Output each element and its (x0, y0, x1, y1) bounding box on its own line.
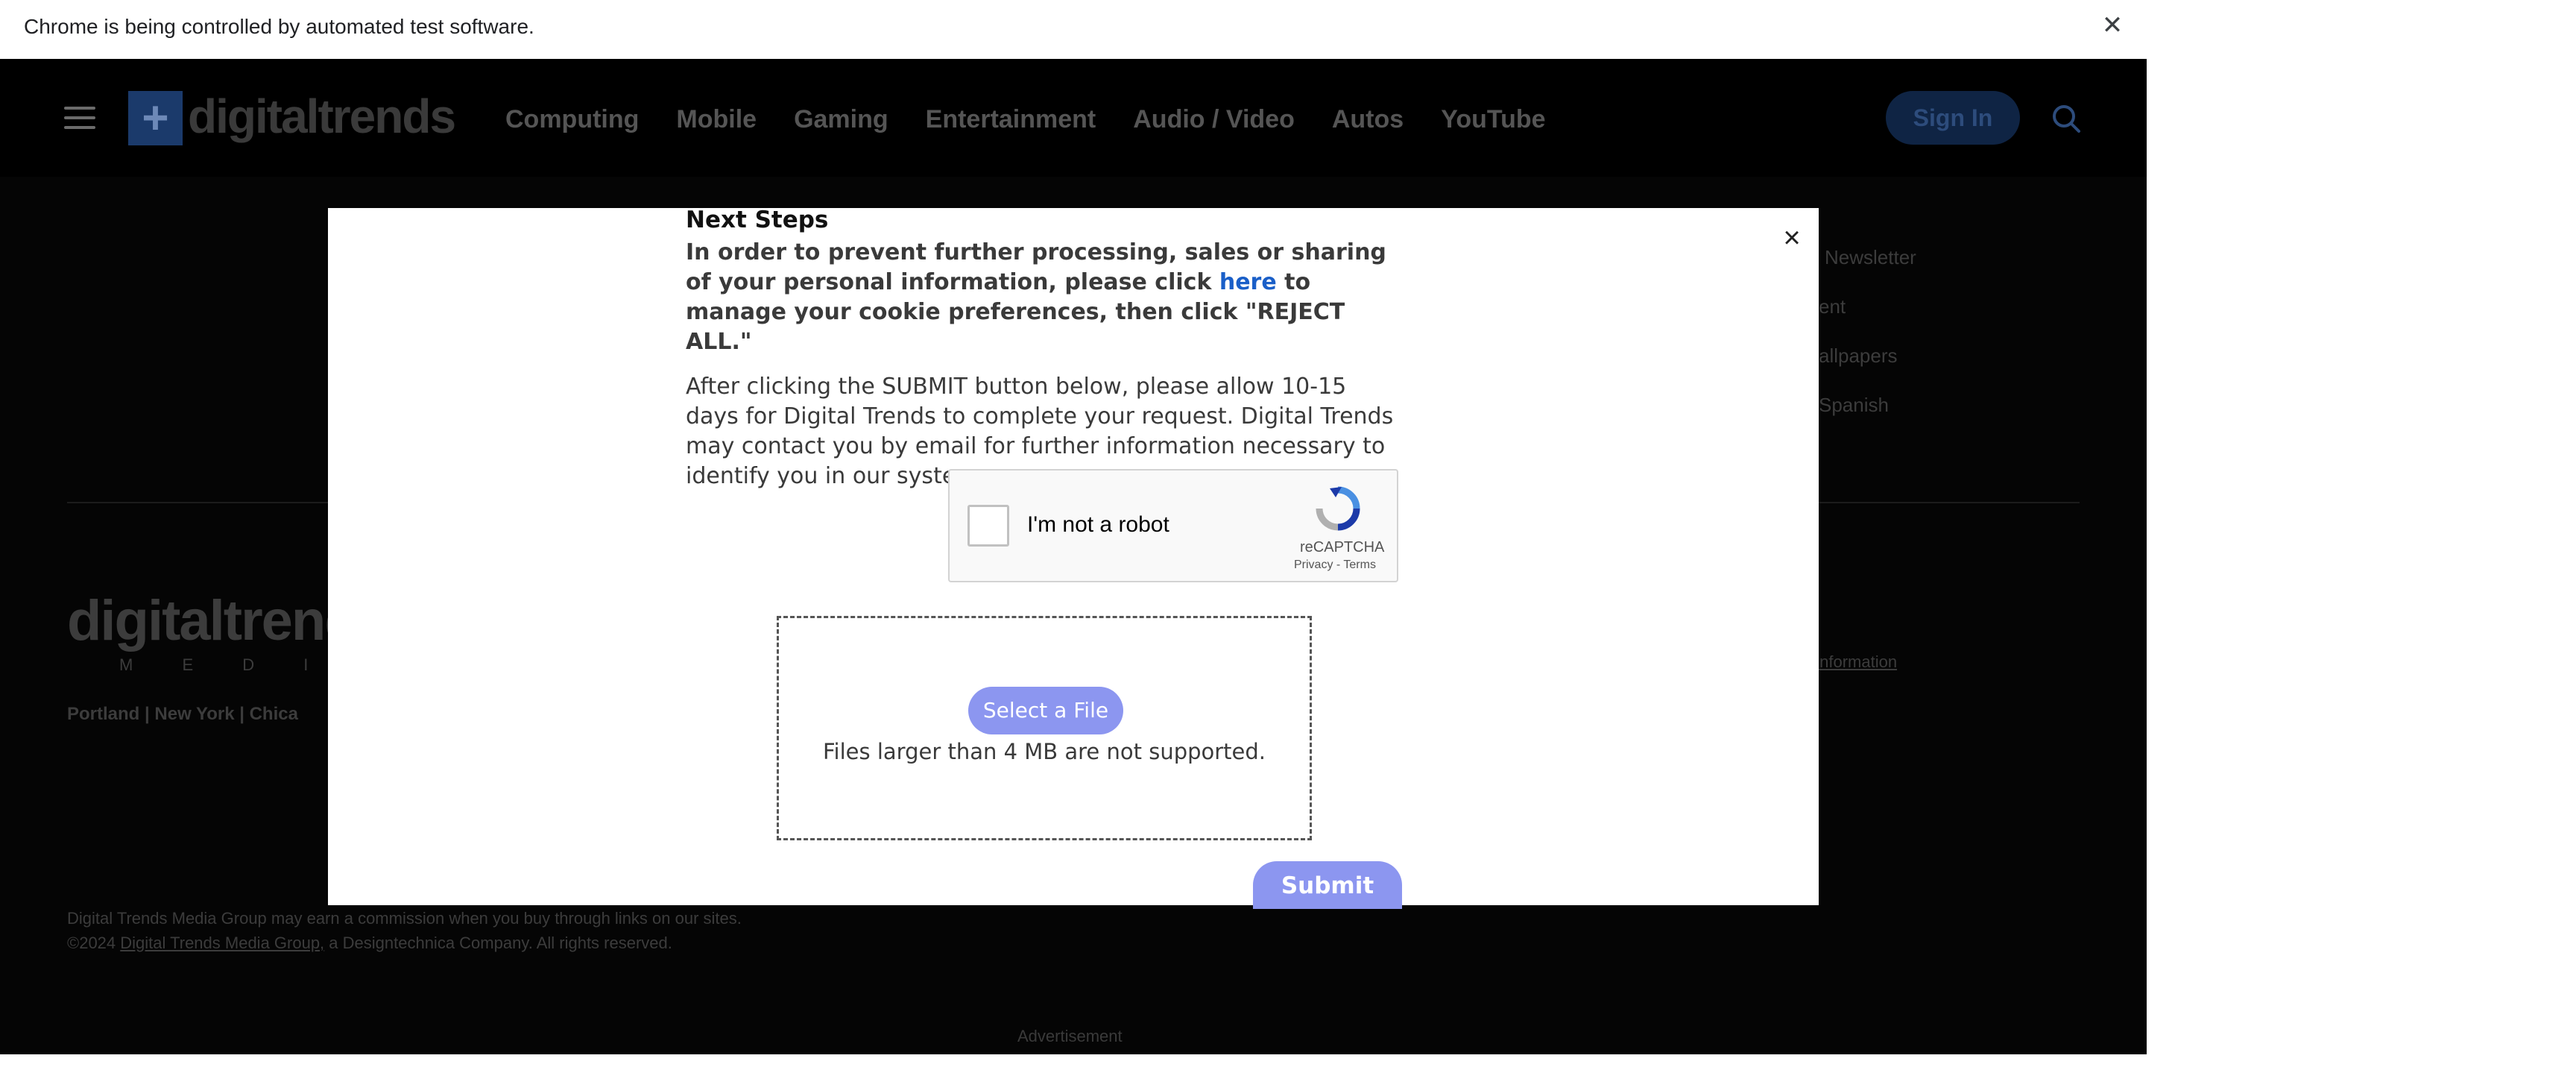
copyright-prefix: ©2024 (67, 934, 121, 952)
hamburger-menu-icon[interactable] (64, 107, 95, 129)
advertisement-label: Advertisement (1017, 1027, 1123, 1045)
select-file-button[interactable]: Select a File (968, 687, 1123, 734)
logo-mark[interactable]: + (128, 91, 183, 145)
modal-content: Next Steps In order to prevent further p… (686, 207, 1401, 491)
nav-computing[interactable]: Computing (505, 105, 639, 134)
personal-information-link[interactable]: Information (1815, 652, 1897, 672)
recaptcha-brand: reCAPTCHA (1300, 539, 1385, 556)
footer-link-newsletter[interactable]: Newsletter (1825, 246, 1916, 269)
sign-in-button[interactable]: Sign In (1886, 91, 2020, 145)
recaptcha-logo-icon (1316, 486, 1360, 531)
dtmg-link[interactable]: Digital Trends Media Group, (120, 934, 324, 952)
modal-instructions: In order to prevent further processing, … (686, 238, 1401, 357)
infobar-close-icon[interactable]: ✕ (2097, 10, 2127, 40)
recaptcha-checkbox[interactable] (967, 505, 1009, 547)
modal-heading: Next Steps (686, 207, 829, 233)
nav-autos[interactable]: Autos (1332, 105, 1404, 134)
office-cities: Portland | New York | Chica (67, 704, 298, 724)
nav-gaming[interactable]: Gaming (794, 105, 888, 134)
site-header: + digitaltrends Computing Mobile Gaming … (0, 59, 2147, 177)
nav-audio-video[interactable]: Audio / Video (1133, 105, 1295, 134)
search-icon[interactable] (2051, 104, 2081, 133)
nav-entertainment[interactable]: Entertainment (926, 105, 1096, 134)
nav-youtube[interactable]: YouTube (1441, 105, 1545, 134)
dtmg-logo[interactable]: digitaltrend (67, 588, 359, 653)
copyright-notice: ©2024 Digital Trends Media Group, a Desi… (67, 934, 672, 953)
submit-button[interactable]: Submit (1253, 861, 1402, 909)
cookie-preferences-link[interactable]: here (1219, 269, 1277, 295)
copyright-suffix: a Designtechnica Company. All rights res… (324, 934, 672, 952)
site-logo[interactable]: digitaltrends (188, 89, 456, 144)
privacy-request-modal: × Next Steps In order to prevent further… (328, 207, 1819, 909)
recaptcha-label: I'm not a robot (1027, 512, 1169, 537)
automation-infobar: Chrome is being controlled by automated … (0, 0, 2576, 59)
footer-link-spanish[interactable]: Spanish (1819, 394, 1889, 417)
file-dropzone[interactable]: Select a File Files larger than 4 MB are… (777, 616, 1312, 840)
main-nav: Computing Mobile Gaming Entertainment Au… (505, 105, 1546, 134)
commission-disclosure: Digital Trends Media Group may earn a co… (67, 909, 742, 928)
infobar-message: Chrome is being controlled by automated … (24, 15, 534, 38)
recaptcha-terms-link[interactable]: Privacy - Terms (1294, 558, 1376, 572)
footer-link-wallpapers[interactable]: allpapers (1819, 344, 1898, 368)
footer-link-ent[interactable]: ent (1819, 295, 1846, 318)
nav-mobile[interactable]: Mobile (676, 105, 757, 134)
modal-close-icon[interactable]: × (1777, 223, 1807, 253)
recaptcha-widget: I'm not a robot reCAPTCHA Privacy - Term… (948, 469, 1398, 582)
file-size-note: Files larger than 4 MB are not supported… (822, 739, 1266, 764)
